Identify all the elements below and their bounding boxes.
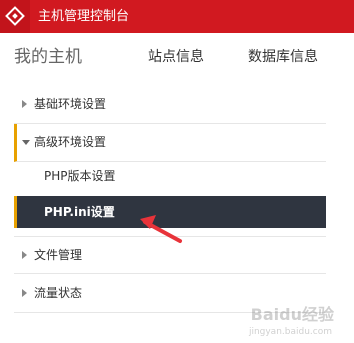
section-label: 高级环境设置 xyxy=(34,135,107,149)
logo[interactable] xyxy=(0,0,30,33)
watermark-url: jingyan.baidu.com xyxy=(248,327,332,337)
sub-item-label: PHP版本设置 xyxy=(44,169,116,183)
app-title: 主机管理控制台 xyxy=(38,9,130,24)
sub-item-label: PHP.ini设置 xyxy=(44,205,115,219)
section-label: 流量状态 xyxy=(34,286,83,300)
top-bar: 主机管理控制台 xyxy=(0,0,354,33)
watermark-logo: Baidu经验 xyxy=(250,305,334,324)
brand-title[interactable]: 我的主机 xyxy=(14,46,82,68)
chevron-right-icon xyxy=(22,100,27,108)
section-label: 文件管理 xyxy=(34,248,83,262)
chevron-right-icon xyxy=(22,251,27,259)
diamond-logo-icon xyxy=(5,6,25,26)
red-pointer-arrow-icon xyxy=(140,215,182,243)
sidebar-section-basic-env[interactable]: 基础环境设置 xyxy=(14,86,326,124)
sidebar-item-php-version[interactable]: PHP版本设置 xyxy=(14,160,326,192)
chevron-down-icon xyxy=(22,140,30,145)
sidebar-section-advanced-env[interactable]: 高级环境设置 xyxy=(14,124,326,162)
section-label: 基础环境设置 xyxy=(34,97,107,111)
chevron-right-icon xyxy=(22,289,27,297)
navbar: 我的主机 站点信息 数据库信息 xyxy=(0,33,354,81)
nav-database-info[interactable]: 数据库信息 xyxy=(248,48,318,66)
nav-site-info[interactable]: 站点信息 xyxy=(148,48,204,66)
